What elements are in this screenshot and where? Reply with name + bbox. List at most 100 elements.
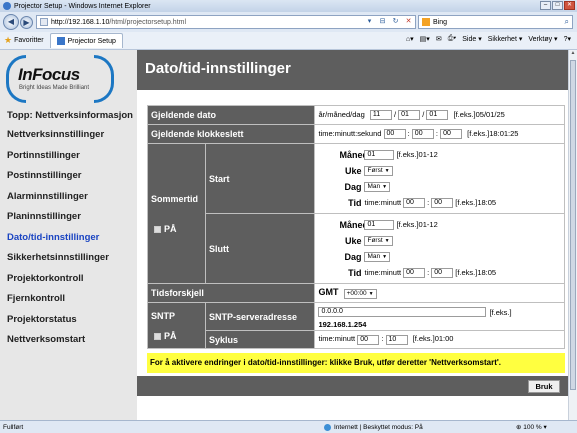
dst-end-day-select[interactable]: Man ▼ — [364, 251, 391, 262]
star-icon: ★ — [4, 35, 13, 45]
minimize-button[interactable]: – — [540, 1, 551, 10]
second-input[interactable]: 00 — [440, 129, 463, 139]
maximize-button[interactable]: □ — [552, 1, 563, 10]
current-time-cell: time:minutt:sekund 00 : 00 : 00 [f.eks.]… — [314, 124, 565, 144]
print-icon[interactable]: ⎙▾ — [448, 35, 457, 43]
apply-button[interactable]: Bruk — [528, 380, 560, 393]
dst-end-hour-input[interactable]: 00 — [403, 267, 426, 278]
day-input[interactable]: 01 — [426, 110, 449, 120]
ie-icon — [3, 2, 11, 10]
sidebar-item-network-info[interactable]: Topp: Nettverksinformasjon — [7, 110, 135, 121]
dst-end-month-example: [f.eks.]01-12 — [396, 220, 438, 229]
safety-menu[interactable]: Sikkerhet ▾ — [488, 35, 523, 43]
favorites-bar: ★ Favoritter Projector Setup ⌂▾ ▤▾ ✉ ⎙▾ … — [0, 32, 577, 50]
dst-end-week-row: Uke Først ▼ — [339, 233, 561, 249]
hour-input[interactable]: 00 — [383, 129, 406, 139]
sntp-server-input[interactable]: 0.0.0.0 — [318, 307, 487, 317]
help-icon[interactable]: ?▾ — [564, 35, 571, 43]
timezone-select[interactable]: +00:00 ▼ — [343, 288, 377, 299]
tools-menu[interactable]: Verktøy ▾ — [528, 35, 557, 43]
chevron-down-icon: ▼ — [384, 237, 390, 244]
dst-end-month-label: Måned — [339, 219, 368, 230]
sidebar-item-remote-control[interactable]: Fjernkontroll — [7, 293, 135, 304]
dst-start-time-row: Tid time:minutt 00:00 [f.eks.]18:05 — [339, 195, 561, 211]
sidebar-item-projector-control[interactable]: Projektorkontroll — [7, 273, 135, 284]
sidebar-item-alarm-settings[interactable]: Alarminnstillinger — [7, 191, 135, 202]
sidebar-item-network-settings[interactable]: Nettverksinnstillinger — [7, 129, 135, 140]
sntp-checkbox[interactable] — [154, 332, 161, 340]
current-date-cell: år/måned/dag 11 / 01 / 01 [f.eks.]05/01/… — [314, 105, 565, 125]
back-button[interactable]: ◀ — [3, 14, 19, 30]
dst-start-label: Start — [204, 143, 316, 214]
dst-start-month-input[interactable]: 01 — [364, 149, 395, 160]
status-bar: Fullført Internett | Beskyttet modus: På… — [0, 420, 577, 433]
feeds-icon[interactable]: ▤▾ — [420, 35, 430, 43]
dst-start-time-label: Tid — [348, 197, 362, 208]
dst-checkbox[interactable] — [154, 225, 161, 233]
dst-end-time-example: [f.eks.]18:05 — [455, 268, 497, 277]
page-menu[interactable]: Side ▾ — [462, 35, 481, 43]
sidebar-item-schedule-settings[interactable]: Planinnstillinger — [7, 211, 135, 222]
dst-start-minute-input[interactable]: 00 — [431, 197, 454, 208]
search-icon[interactable]: ⌕ — [565, 17, 569, 27]
sidebar-item-date-time[interactable]: Dato/tid-innstillinger — [7, 232, 135, 243]
scroll-thumb[interactable] — [570, 60, 576, 390]
search-field[interactable]: Bing ⌕ — [418, 15, 573, 29]
scroll-up-icon[interactable]: ▲ — [569, 50, 577, 59]
sidebar-item-projector-status[interactable]: Projektorstatus — [7, 314, 135, 325]
dst-end-month-input[interactable]: 01 — [364, 219, 395, 230]
address-tools: ▾ ⊟ ↻ ✕ — [364, 16, 414, 27]
close-button[interactable]: ✕ — [564, 1, 575, 10]
vertical-scrollbar[interactable]: ▲ — [568, 50, 577, 420]
address-toolbar: ◀ ▶ http://192.168.1.10/html/projectorse… — [0, 12, 577, 32]
time-sep: : — [435, 128, 438, 138]
sntp-cycle-hour-input[interactable]: 00 — [357, 334, 380, 345]
logo-brand: InFocus — [18, 65, 80, 84]
forward-button[interactable]: ▶ — [20, 15, 33, 29]
dst-end-week-select[interactable]: Først ▼ — [364, 235, 393, 246]
stop-icon[interactable]: ✕ — [403, 16, 414, 27]
dst-start-day-select[interactable]: Man ▼ — [364, 181, 391, 192]
current-date-label: Gjeldende dato — [146, 105, 316, 125]
apply-note: For å aktivere endringer i dato/tid-inns… — [147, 353, 565, 373]
dst-end-day-label: Dag — [344, 251, 362, 262]
sntp-cycle-minute-input[interactable]: 10 — [385, 334, 408, 345]
sidebar-item-security[interactable]: Sikkerhetsinnstillinger — [7, 252, 135, 263]
chevron-down-icon: ▼ — [368, 290, 374, 297]
security-zone[interactable]: Internett | Beskyttet modus: På — [324, 423, 423, 431]
dropdown-arrow-icon[interactable]: ▾ — [364, 16, 375, 27]
dst-start-hour-input[interactable]: 00 — [403, 197, 426, 208]
dst-checkbox-label: PÅ — [164, 223, 177, 234]
sntp-label: SNTP — [151, 310, 176, 321]
zoom-control[interactable]: ⊕ 100 % ▾ — [516, 423, 547, 431]
dst-end-month-row: Måned 01 [f.eks.]01-12 — [339, 217, 561, 233]
date-format-label: år/måned/dag — [318, 109, 365, 119]
month-input[interactable]: 01 — [398, 110, 421, 120]
command-bar: ⌂▾ ▤▾ ✉ ⎙▾ Side ▾ Sikkerhet ▾ Verktøy ▾ … — [406, 35, 571, 43]
tab-title: Projector Setup — [67, 37, 116, 45]
mail-icon[interactable]: ✉ — [436, 35, 442, 43]
compat-view-icon[interactable]: ⊟ — [377, 16, 388, 27]
main-content: Dato/tid-innstillinger Gjeldende dato år… — [137, 50, 568, 420]
address-path: /html/projectorsetup.html — [109, 18, 187, 26]
dst-start-week-select[interactable]: Først ▼ — [364, 165, 393, 176]
browser-tab[interactable]: Projector Setup — [49, 33, 123, 48]
sntp-server-cell: 0.0.0.0 [f.eks.] 192.168.1.254 — [314, 302, 565, 331]
logo-tagline: Bright Ideas Made Brilliant — [19, 85, 90, 91]
address-field[interactable]: http://192.168.1.10/html/projectorsetup.… — [36, 15, 416, 29]
sidebar-item-mail-settings[interactable]: Postinnstillinger — [7, 170, 135, 181]
minute-input[interactable]: 00 — [411, 129, 434, 139]
timezone-value: +00:00 — [346, 289, 367, 297]
sntp-server-label: SNTP-serveradresse — [204, 302, 316, 331]
sidebar-item-port-settings[interactable]: Portinnstillinger — [7, 150, 135, 161]
infocus-logo: InFocus Bright Ideas Made Brilliant — [4, 55, 114, 105]
sidebar-item-network-restart[interactable]: Nettverksomstart — [7, 334, 135, 345]
favorites-button[interactable]: ★ Favoritter — [4, 35, 44, 46]
sntp-server-row: 0.0.0.0 [f.eks.] — [318, 304, 561, 320]
refresh-icon[interactable]: ↻ — [390, 16, 401, 27]
sntp-cycle-format: time:minutt — [318, 334, 356, 344]
home-icon[interactable]: ⌂▾ — [406, 35, 414, 43]
year-input[interactable]: 11 — [369, 110, 392, 120]
dst-end-minute-input[interactable]: 00 — [431, 267, 454, 278]
dst-end-week-value: Først — [367, 236, 383, 244]
